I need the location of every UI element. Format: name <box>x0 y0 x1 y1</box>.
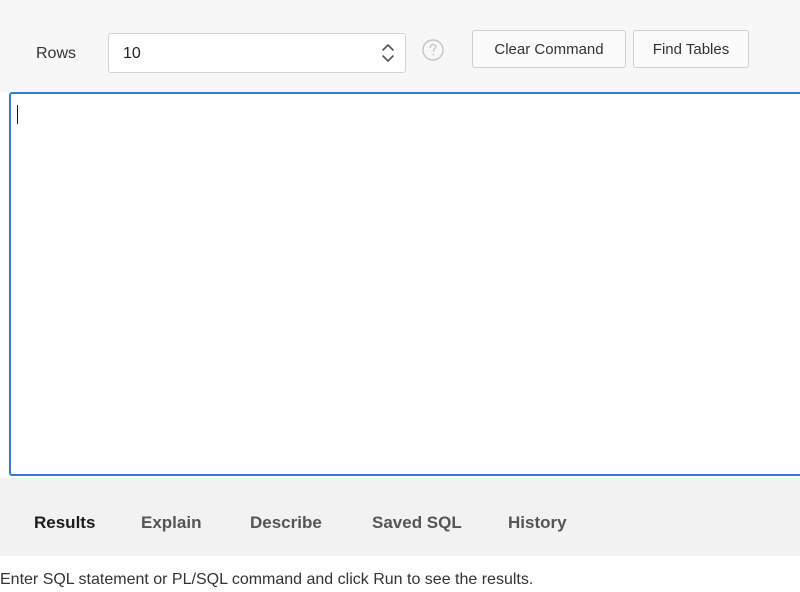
clear-command-label: Clear Command <box>494 40 604 58</box>
sql-editor[interactable] <box>9 92 800 476</box>
rows-value[interactable]: 10 <box>123 45 141 63</box>
results-message: Enter SQL statement or PL/SQL command an… <box>0 571 534 588</box>
tab-history[interactable]: History <box>508 513 567 533</box>
find-tables-label: Find Tables <box>652 40 730 58</box>
results-tabs: Results Explain Describe Saved SQL Histo… <box>0 478 800 556</box>
tab-results[interactable]: Results <box>34 513 95 533</box>
question-circle-icon[interactable] <box>421 38 445 62</box>
up-down-chevron-icon[interactable] <box>379 39 397 67</box>
text-caret <box>17 105 18 124</box>
clear-command-button[interactable]: Clear Command <box>472 30 626 68</box>
rows-label: Rows <box>36 45 77 62</box>
rows-input[interactable]: 10 <box>108 33 406 73</box>
tab-saved-sql[interactable]: Saved SQL <box>372 513 462 533</box>
find-tables-button[interactable]: Find Tables <box>633 30 749 68</box>
toolbar: Rows 10 Clear Command Find Tables <box>0 0 800 92</box>
tab-explain[interactable]: Explain <box>141 513 201 533</box>
tab-describe[interactable]: Describe <box>250 513 322 533</box>
